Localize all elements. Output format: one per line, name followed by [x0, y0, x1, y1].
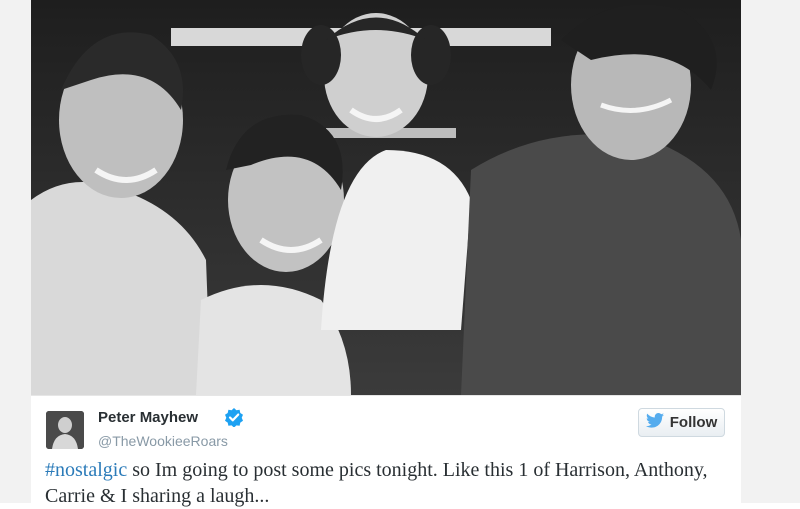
tweet-card: Peter Mayhew @TheWookieeRoars Follow #no…: [31, 395, 741, 507]
user-display-name[interactable]: Peter Mayhew: [98, 409, 198, 426]
user-handle[interactable]: @TheWookieeRoars: [98, 433, 228, 449]
profile-photo-icon: [46, 411, 84, 449]
verified-badge-icon: [224, 407, 244, 428]
follow-button[interactable]: Follow: [638, 408, 725, 437]
tweet-text: #nostalgic so Im going to post some pics…: [45, 457, 735, 509]
hashtag-link[interactable]: #nostalgic: [45, 459, 127, 481]
tweet-photo[interactable]: [31, 0, 741, 395]
avatar[interactable]: [46, 411, 84, 449]
photo-image: [31, 0, 741, 395]
left-gutter: [0, 0, 32, 503]
follow-button-label: Follow: [669, 414, 718, 431]
twitter-bird-icon: [645, 413, 664, 432]
right-gutter: [740, 0, 800, 503]
tweet-body-text: so Im going to post some pics tonight. L…: [45, 459, 708, 507]
